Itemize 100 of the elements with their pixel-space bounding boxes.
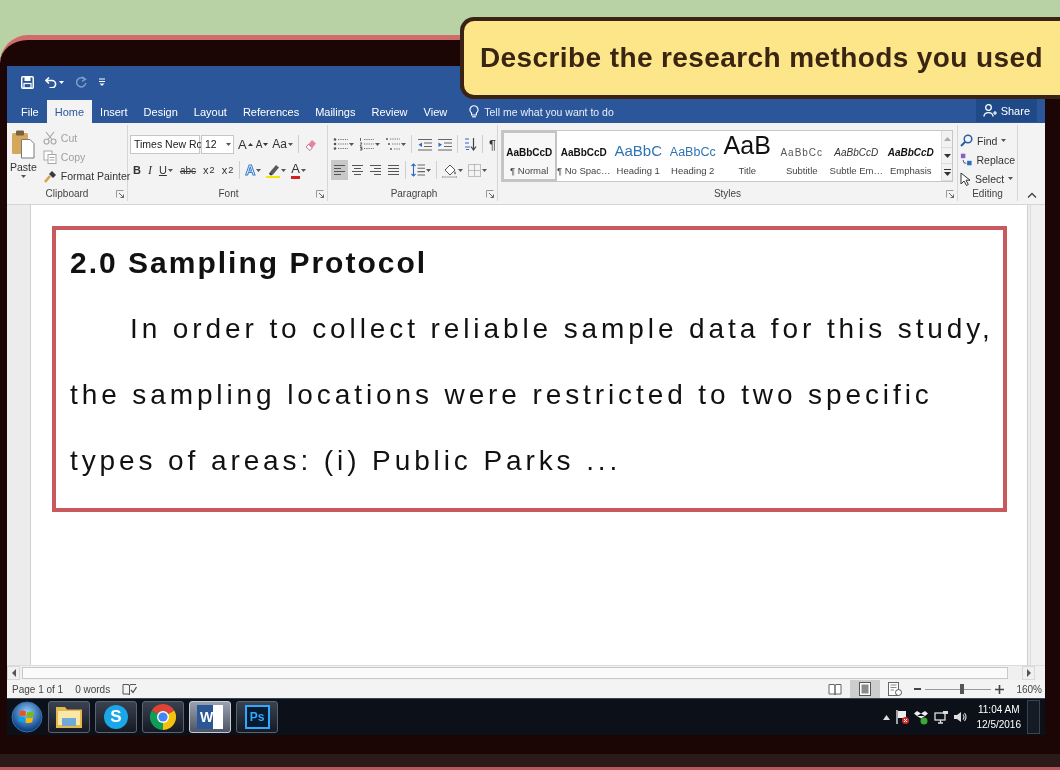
format-painter-button[interactable]: Format Painter — [40, 166, 133, 186]
style-preview: AaBbCc — [669, 145, 716, 158]
select-button[interactable]: Select — [958, 169, 1017, 188]
replace-icon — [960, 152, 973, 167]
font-size-dropdown[interactable]: 12 — [201, 134, 234, 154]
style-name: Subtle Em… — [829, 165, 883, 176]
taskbar-button[interactable] — [142, 701, 184, 733]
align-right-icon — [369, 164, 382, 176]
taskbar-button[interactable]: Ps — [236, 701, 278, 733]
style-item[interactable]: AaBbCc Heading 2 — [665, 131, 720, 181]
ribbon-tab[interactable]: References — [234, 100, 308, 123]
style-name: Heading 1 — [616, 165, 660, 176]
underline-button[interactable]: U — [155, 159, 176, 181]
style-preview: AaBbCcD — [560, 148, 607, 158]
style-preview: AaBbCcD — [834, 148, 879, 158]
document-heading: 2.0 Sampling Protocol — [70, 245, 429, 281]
scroll-right-button[interactable] — [1022, 666, 1035, 680]
ribbon-tab[interactable]: File — [13, 100, 47, 123]
grow-font-button[interactable]: A — [237, 133, 254, 155]
dialog-launcher-icon[interactable] — [486, 189, 494, 198]
speaker-icon — [952, 711, 967, 723]
style-preview: AaB — [723, 133, 771, 158]
tell-me-field[interactable]: Tell me what you want to do — [484, 103, 635, 120]
style-item[interactable]: AaBbCcD Subtle Em… — [829, 131, 884, 181]
show-marks-button[interactable]: ¶ — [486, 133, 499, 155]
network-button[interactable] — [933, 710, 948, 724]
taskbar-button[interactable] — [48, 701, 90, 733]
ring-logo-icon — [150, 704, 176, 730]
app-logo: Ps — [244, 705, 270, 729]
ribbon-tab[interactable]: Layout — [185, 100, 235, 123]
orb-icon — [11, 701, 43, 733]
ribbon-tab[interactable]: Design — [135, 100, 186, 123]
clipboard-icon — [11, 129, 36, 159]
style-name: Emphasis — [889, 165, 932, 176]
zoom-level: 160% — [1016, 683, 1042, 695]
style-item[interactable]: AaBbCcD ¶ Normal — [502, 131, 557, 181]
ribbon-tab[interactable]: Home — [46, 100, 93, 123]
numbered-list-icon — [359, 137, 374, 151]
sync-button[interactable] — [913, 709, 929, 725]
style-name: Subtitle — [785, 165, 818, 176]
font-color-button[interactable]: A — [289, 159, 308, 181]
style-item[interactable]: AaBbCcD ¶ No Spac… — [556, 131, 611, 181]
style-item[interactable]: AaBbC Heading 1 — [611, 131, 666, 181]
caret-icon — [20, 175, 26, 178]
change-case-button[interactable]: Aa — [270, 133, 296, 155]
strikethrough-button[interactable]: abc — [176, 159, 200, 181]
group-label: Paragraph — [390, 188, 438, 199]
shrink-font-button[interactable]: A — [254, 133, 270, 155]
start-button[interactable] — [10, 700, 44, 734]
ribbon-tab[interactable]: Mailings — [307, 100, 364, 123]
caret-icon — [1008, 177, 1014, 180]
style-preview: AaBbCc — [780, 148, 824, 158]
increase-indent-icon — [437, 137, 452, 151]
caret-icon — [375, 142, 380, 146]
taskbar-button[interactable]: W — [189, 701, 231, 733]
find-button[interactable]: Find — [958, 131, 1017, 150]
volume-button[interactable] — [952, 711, 967, 723]
menu-caret-icon — [98, 77, 106, 87]
gallery-more-button[interactable] — [942, 164, 952, 181]
decrease-indent-icon — [417, 137, 432, 151]
align-left-button[interactable] — [331, 160, 348, 180]
scrollbar-thumb[interactable] — [22, 667, 1008, 679]
paint-bucket-icon — [442, 162, 457, 178]
show-hidden-icons-button[interactable] — [882, 714, 890, 720]
share-button[interactable]: Share — [975, 99, 1037, 122]
dialog-launcher-icon[interactable] — [316, 189, 324, 198]
ribbon-tab[interactable]: View — [415, 100, 456, 123]
scroll-left-button[interactable] — [7, 666, 20, 680]
zoom-slider-thumb[interactable] — [959, 684, 964, 694]
caret-up-icon — [247, 142, 253, 146]
print-layout-button[interactable] — [850, 680, 881, 698]
paste-button[interactable]: Paste — [10, 125, 37, 185]
search-icon — [960, 134, 973, 147]
highlighter-icon — [266, 162, 281, 178]
triangle-right-icon — [1025, 669, 1032, 677]
flag-icon — [894, 709, 909, 725]
collapse-ribbon-button[interactable] — [1026, 192, 1037, 198]
caret-icon — [256, 168, 262, 172]
dialog-launcher-icon[interactable] — [116, 189, 124, 198]
caret-icon — [59, 80, 64, 84]
dialog-launcher-icon[interactable] — [946, 189, 954, 198]
style-item[interactable]: AaB Title — [720, 131, 775, 181]
word-count: 0 words — [75, 683, 111, 695]
gallery-down-button[interactable] — [942, 147, 952, 165]
ribbon-tab[interactable]: Review — [363, 100, 416, 123]
vertical-scrollbar[interactable] — [1030, 205, 1045, 665]
page-count: Page 1 of 1 — [12, 683, 64, 695]
style-item[interactable]: AaBbCc Subtitle — [774, 131, 829, 181]
italic-button[interactable]: I — [144, 159, 155, 181]
cursor-icon — [960, 171, 971, 186]
monitor-icon — [933, 710, 948, 724]
app-logo: W — [197, 705, 223, 729]
borders-icon — [468, 163, 481, 177]
proofing-button[interactable] — [122, 682, 138, 696]
style-item[interactable]: AaBbCcD Emphasis — [883, 131, 938, 181]
bold-button[interactable]: B — [130, 159, 144, 181]
replace-button[interactable]: Replace — [958, 150, 1017, 169]
action-center-button[interactable] — [894, 709, 909, 725]
plus-icon — [995, 684, 1005, 694]
ribbon-tab[interactable]: Insert — [92, 100, 136, 123]
